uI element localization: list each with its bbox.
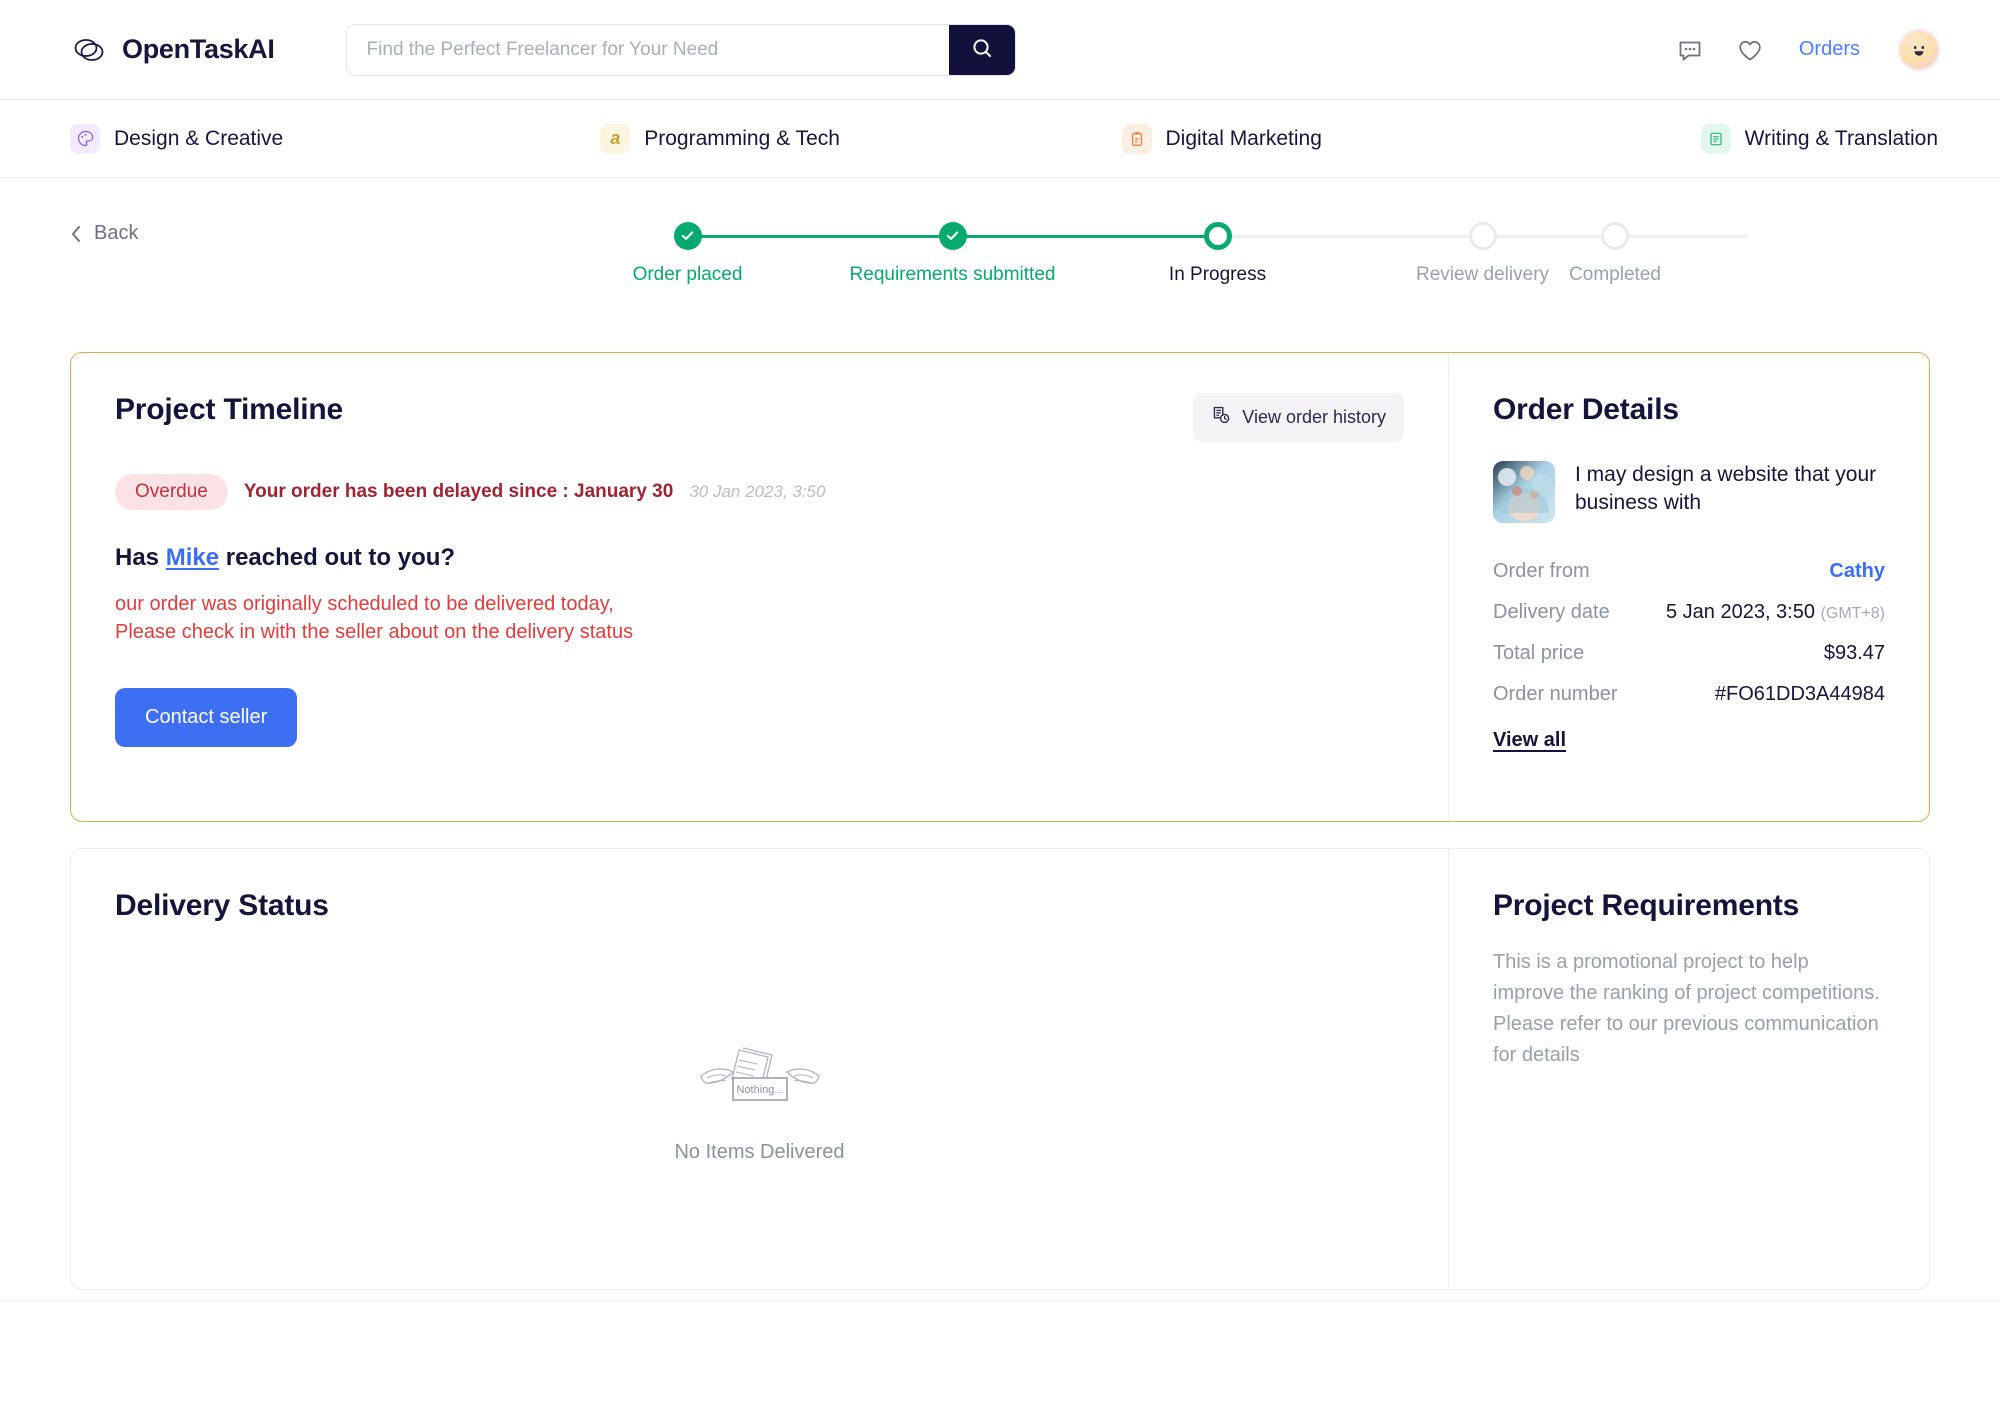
delivery-date-text: 5 Jan 2023, 3:50 — [1665, 600, 1815, 623]
category-programming-tech[interactable]: a Programming & Tech — [478, 123, 1008, 154]
code-icon: a — [600, 123, 631, 154]
order-thumbnail-image — [1493, 460, 1555, 523]
question-prefix: Has — [115, 543, 166, 571]
order-item[interactable]: I may design a website that your busines… — [1493, 460, 1885, 523]
search-button[interactable] — [948, 24, 1015, 75]
order-number-label: Order number — [1493, 682, 1618, 705]
search-icon — [970, 36, 994, 63]
contact-seller-button[interactable]: Contact seller — [115, 688, 298, 748]
page-title: Project Timeline — [115, 392, 343, 426]
step-check-icon — [938, 221, 967, 250]
svg-text:Nothing...: Nothing... — [736, 1084, 783, 1096]
order-details-rows: Order from Cathy Delivery date 5 Jan 202… — [1493, 551, 1885, 715]
delivery-empty-state: Nothing... No Items Delivered — [115, 949, 1404, 1249]
view-order-history-label: View order history — [1242, 406, 1386, 427]
project-requirements-body: This is a promotional project to help im… — [1493, 950, 1880, 1066]
total-price-label: Total price — [1493, 641, 1585, 664]
step-label: In Progress — [1168, 263, 1267, 285]
status-badge: Overdue — [115, 473, 228, 510]
delivery-date-label: Delivery date — [1493, 600, 1610, 623]
back-label: Back — [94, 222, 139, 244]
chat-bubble-icon[interactable] — [1675, 35, 1705, 65]
step-empty-dot-icon — [1468, 221, 1497, 250]
delivery-requirements-card: Delivery Status Nothing... No Items Deli… — [70, 847, 1930, 1290]
empty-state-text: No Items Delivered — [674, 1140, 845, 1163]
order-from-value[interactable]: Cathy — [1829, 560, 1885, 583]
project-timeline-card: Project Timeline View order history Over… — [70, 351, 1930, 822]
step-label: Requirements submitted — [849, 263, 1056, 285]
category-nav: Design & Creative a Programming & Tech D… — [0, 100, 2000, 178]
project-requirements-title: Project Requirements — [1493, 888, 1800, 922]
order-item-title: I may design a website that your busines… — [1575, 462, 1877, 514]
step-check-icon — [673, 221, 702, 250]
document-icon — [1700, 123, 1731, 154]
project-requirements-pane: Project Requirements This is a promotion… — [1448, 848, 1929, 1289]
order-progress-stepper: Order placed Requirements submitted In P… — [385, 221, 1748, 318]
step-label: Order placed — [632, 263, 743, 285]
top-header: OpenTaskAI Find the Perfect Freelancer f… — [0, 0, 2000, 100]
category-label: Programming & Tech — [644, 126, 840, 150]
warning-line-2: Please check in with the seller about on… — [115, 620, 634, 643]
order-detail-row: Order from Cathy — [1493, 551, 1885, 592]
palette-icon — [70, 123, 100, 154]
main-content: Back Order placed Requirements submitted… — [0, 178, 2000, 1290]
delivery-status-title: Delivery Status — [115, 888, 329, 922]
back-button[interactable]: Back — [70, 222, 138, 245]
brand-logo[interactable]: OpenTaskAI — [70, 31, 275, 69]
order-from-label: Order from — [1493, 559, 1590, 582]
no-items-illustration: Nothing... — [695, 1034, 825, 1119]
step-current-dot-icon — [1203, 221, 1232, 250]
category-digital-marketing[interactable]: Digital Marketing — [1009, 123, 1530, 154]
order-history-icon — [1211, 405, 1231, 430]
category-label: Digital Marketing — [1165, 126, 1322, 150]
view-order-history-button[interactable]: View order history — [1193, 392, 1404, 442]
delivery-status-pane: Delivery Status Nothing... No Items Deli… — [71, 849, 1448, 1289]
step-label: Completed — [1569, 263, 1661, 285]
order-details-pane: Order Details I may design a website tha… — [1448, 352, 1929, 821]
order-details-title: Order Details — [1493, 392, 1679, 426]
category-design-creative[interactable]: Design & Creative — [70, 123, 478, 154]
app-page: OpenTaskAI Find the Perfect Freelancer f… — [0, 0, 2000, 1419]
delay-timestamp: 30 Jan 2023, 3:50 — [689, 481, 826, 501]
category-label: Design & Creative — [114, 126, 284, 150]
overdue-notice: Overdue Your order has been delayed sinc… — [115, 473, 1404, 510]
total-price-value: $93.47 — [1823, 641, 1885, 664]
seller-name-link[interactable]: Mike — [166, 544, 219, 571]
heart-icon[interactable] — [1735, 35, 1765, 65]
header-actions: Orders — [1675, 30, 1938, 69]
chevron-left-icon — [70, 225, 82, 243]
order-detail-row: Delivery date 5 Jan 2023, 3:50 (GMT+8) — [1493, 592, 1885, 633]
delivery-date-value: 5 Jan 2023, 3:50 (GMT+8) — [1666, 601, 1885, 624]
delivery-warning: our order was originally scheduled to be… — [115, 590, 1404, 647]
brand-name: OpenTaskAI — [122, 34, 275, 64]
order-number-value: #FO61DD3A44984 — [1714, 682, 1885, 705]
category-label: Writing & Translation — [1744, 126, 1938, 150]
step-empty-dot-icon — [1601, 221, 1629, 250]
category-writing-translation[interactable]: Writing & Translation — [1530, 123, 1938, 154]
search-input[interactable] — [346, 24, 949, 75]
order-detail-row: Order number #FO61DD3A44984 — [1493, 674, 1885, 715]
warning-line-1: our order was originally scheduled to be… — [115, 592, 614, 615]
opentask-logo-icon — [70, 31, 108, 69]
step-label: Review delivery — [1415, 263, 1550, 285]
smiley-avatar-icon — [1914, 45, 1924, 56]
footer-divider — [0, 1300, 2000, 1301]
megaphone-icon — [1121, 123, 1152, 154]
timezone-text: (GMT+8) — [1820, 604, 1885, 622]
project-timeline-pane: Project Timeline View order history Over… — [71, 353, 1448, 821]
view-all-link[interactable]: View all — [1493, 729, 1566, 752]
avatar[interactable] — [1900, 30, 1938, 69]
search-bar[interactable] — [345, 23, 1016, 76]
question-suffix: reached out to you? — [219, 543, 456, 571]
delay-message: Your order has been delayed since : Janu… — [243, 480, 674, 502]
order-detail-row: Total price $93.47 — [1493, 633, 1885, 674]
seller-contact-question: Has Mike reached out to you? — [115, 544, 1404, 572]
orders-link[interactable]: Orders — [1799, 38, 1860, 61]
